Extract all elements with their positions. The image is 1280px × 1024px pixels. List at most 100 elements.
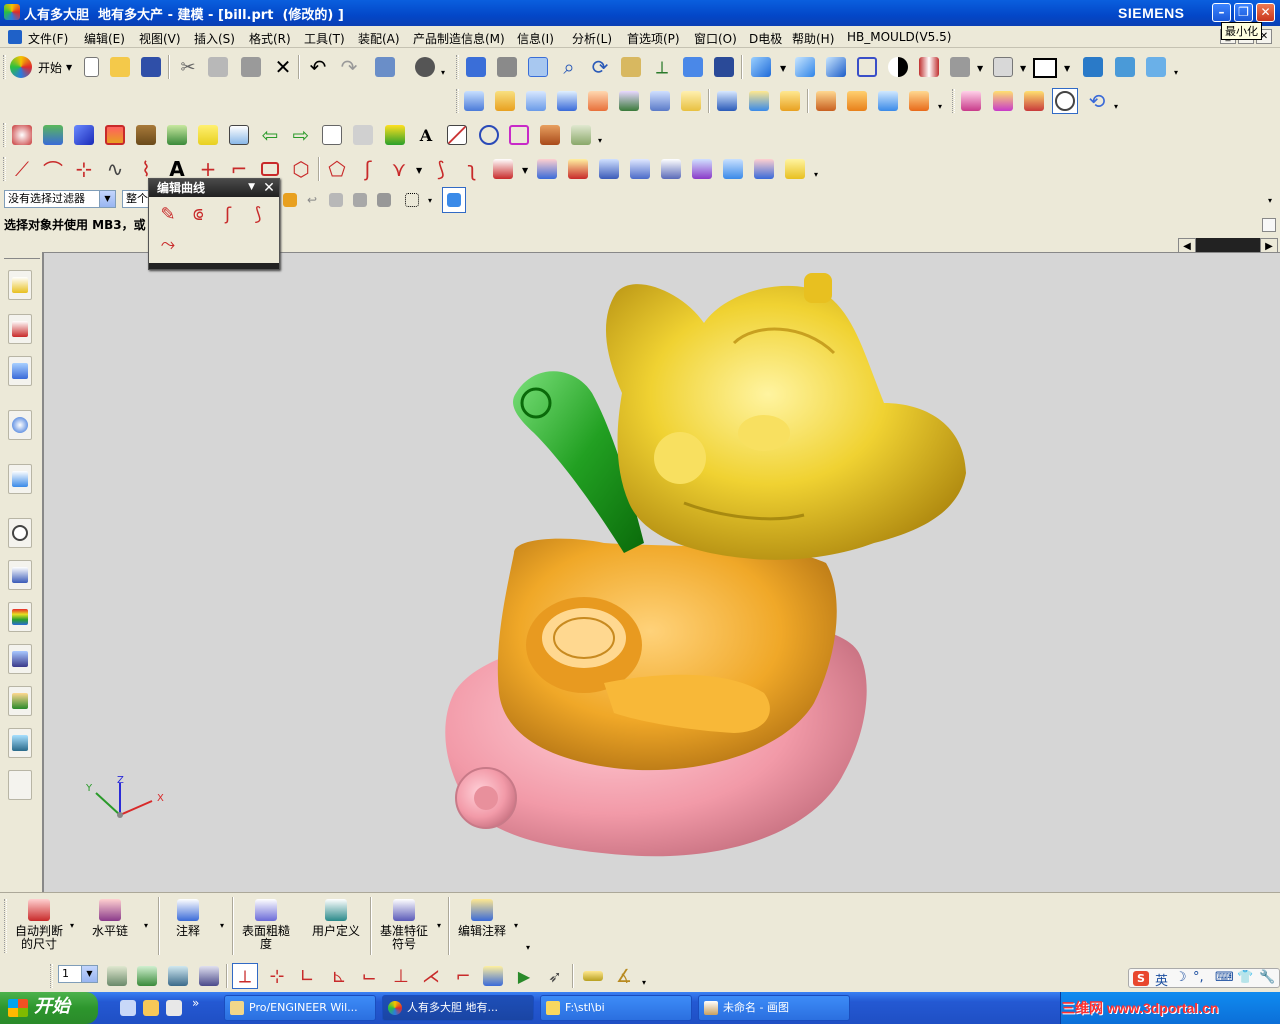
process-studio-tab[interactable]: [8, 644, 32, 674]
new-file-button[interactable]: [78, 54, 104, 80]
bridge-surface-button[interactable]: [585, 88, 611, 114]
rotate-wcs-button[interactable]: ∟: [294, 963, 320, 989]
task-nx[interactable]: 人有多大胆 地有...: [382, 995, 534, 1021]
task-explorer[interactable]: F:\stl\bi: [540, 995, 692, 1021]
quicklaunch-desktop-icon[interactable]: [166, 1000, 182, 1016]
law-curve-button[interactable]: [751, 156, 777, 182]
mesh-tool-button[interactable]: [537, 122, 563, 148]
repeat-command-button[interactable]: [372, 54, 398, 80]
windows-start-button[interactable]: 开始: [0, 992, 98, 1024]
start-icon[interactable]: [10, 56, 32, 78]
wcs-save-button[interactable]: [480, 963, 506, 989]
touch-mode-button[interactable]: [412, 54, 438, 80]
point-button[interactable]: ⊹: [71, 156, 97, 182]
menu-view[interactable]: 视图(V): [139, 30, 181, 47]
play-button[interactable]: ▶: [511, 963, 537, 989]
swept-button[interactable]: [523, 88, 549, 114]
select-filter-button[interactable]: [350, 187, 370, 213]
section-button[interactable]: [916, 54, 942, 80]
studio-button[interactable]: [885, 54, 911, 80]
snap-button[interactable]: [280, 187, 300, 213]
slash-button[interactable]: [444, 122, 470, 148]
offset-curve-button[interactable]: ⬠: [324, 156, 350, 182]
combined-curve-button[interactable]: ʅ: [459, 156, 485, 182]
quicklaunch-media-icon[interactable]: [143, 1000, 159, 1016]
toolbar-grip[interactable]: [3, 55, 6, 79]
color-swatch[interactable]: [1033, 58, 1057, 78]
trim-corner-button[interactable]: ʃ: [215, 201, 241, 227]
disabled-tool-button[interactable]: [350, 122, 376, 148]
zoom-button[interactable]: ⌕: [556, 54, 582, 80]
forward-button[interactable]: ⇨: [288, 122, 314, 148]
constraint-navigator-tab[interactable]: [8, 314, 32, 344]
layer-button[interactable]: [40, 122, 66, 148]
pan-button[interactable]: [618, 54, 644, 80]
wcs-orient-button[interactable]: ⊾: [326, 963, 352, 989]
wcs-axis-button[interactable]: ⌙: [356, 963, 382, 989]
title-bar[interactable]: 人有多大胆 地有多大产 - 建模 - [bill.prt (修改的) ] SIE…: [0, 0, 1280, 26]
zoom-window-button[interactable]: [494, 54, 520, 80]
task-proe[interactable]: Pro/ENGINEER Wil...: [224, 995, 376, 1021]
shaded-button[interactable]: [792, 54, 818, 80]
curve-info-button[interactable]: [782, 156, 808, 182]
menu-pmi[interactable]: 产品制造信息(M): [413, 30, 505, 47]
mirror-curve-button[interactable]: [658, 156, 684, 182]
pmi-datum-feature-symbol-button[interactable]: 基准特征 符号: [376, 899, 432, 951]
chevron-down-icon[interactable]: ▼: [99, 191, 115, 207]
text-button[interactable]: A: [413, 122, 439, 148]
graphics-window[interactable]: Z X Y: [44, 252, 1280, 892]
palette-menu-icon[interactable]: ▼: [248, 182, 255, 192]
perspective-button[interactable]: [680, 54, 706, 80]
undo-button[interactable]: ↶: [305, 54, 331, 80]
split-body-button[interactable]: [844, 88, 870, 114]
edit-arc-length-button[interactable]: ⤳: [155, 231, 181, 257]
circle-tool-button[interactable]: [476, 122, 502, 148]
datum-plane-button[interactable]: [382, 122, 408, 148]
draft-button[interactable]: [958, 88, 984, 114]
fit-button[interactable]: [463, 54, 489, 80]
start-dropdown-icon[interactable]: ▼: [66, 63, 72, 72]
trimmed-sheet-button[interactable]: [875, 88, 901, 114]
empty-tab[interactable]: [8, 770, 32, 800]
menu-format[interactable]: 格式(R): [249, 30, 291, 47]
reuse-library-tab[interactable]: [8, 560, 32, 590]
part-navigator-button[interactable]: [9, 122, 35, 148]
stack-tool-button[interactable]: [568, 122, 594, 148]
pmi-horizontal-chain-button[interactable]: 水平链: [84, 899, 136, 938]
measure-angle-button[interactable]: ∡: [611, 963, 637, 989]
punctuation-icon[interactable]: °,: [1193, 970, 1204, 985]
keyboard-icon[interactable]: ⌨: [1215, 970, 1234, 985]
menu-assemblies[interactable]: 装配(A): [358, 30, 400, 47]
select-feature-button[interactable]: [374, 187, 394, 213]
n-sided-surface-button[interactable]: [616, 88, 642, 114]
polygon-button[interactable]: ⬡: [288, 156, 314, 182]
block-button[interactable]: [71, 122, 97, 148]
document-icon[interactable]: [8, 30, 22, 44]
internet-explorer-tab[interactable]: [8, 410, 32, 440]
task-paint[interactable]: 未命名 - 画图: [698, 995, 850, 1021]
wcs-origin-set-button[interactable]: ⊹: [264, 963, 290, 989]
menu-hb-mould[interactable]: HB_MOULD(V5.5): [847, 30, 951, 44]
line-button[interactable]: ⟋: [9, 156, 35, 182]
menu-tools[interactable]: 工具(T): [304, 30, 345, 47]
pmi-user-defined-button[interactable]: 用户定义: [308, 899, 364, 938]
divide-curve-button[interactable]: ⟆: [245, 201, 271, 227]
paste-button[interactable]: [238, 54, 264, 80]
model-view[interactable]: Z X Y: [44, 253, 1280, 893]
menu-insert[interactable]: 插入(S): [194, 30, 235, 47]
menu-window[interactable]: 窗口(O): [694, 30, 737, 47]
clock-button[interactable]: [1052, 88, 1078, 114]
palette-title[interactable]: 编辑曲线: [149, 179, 279, 197]
box-select-button[interactable]: [442, 187, 466, 213]
minimize-button[interactable]: –: [1212, 3, 1231, 22]
offset-surface-button[interactable]: [714, 88, 740, 114]
select-cursor-button[interactable]: ➶: [542, 963, 568, 989]
pmi-note-button[interactable]: 注释: [166, 899, 210, 938]
palette-close-button[interactable]: ✕: [261, 180, 277, 196]
extrude-button[interactable]: [133, 122, 159, 148]
copy-button[interactable]: [205, 54, 231, 80]
type-filter-select[interactable]: 没有选择过滤器 ▼: [4, 190, 116, 208]
layer-settings-button[interactable]: [104, 963, 130, 989]
rotate-button[interactable]: ⟳: [587, 54, 613, 80]
point-tool-button[interactable]: [506, 122, 532, 148]
